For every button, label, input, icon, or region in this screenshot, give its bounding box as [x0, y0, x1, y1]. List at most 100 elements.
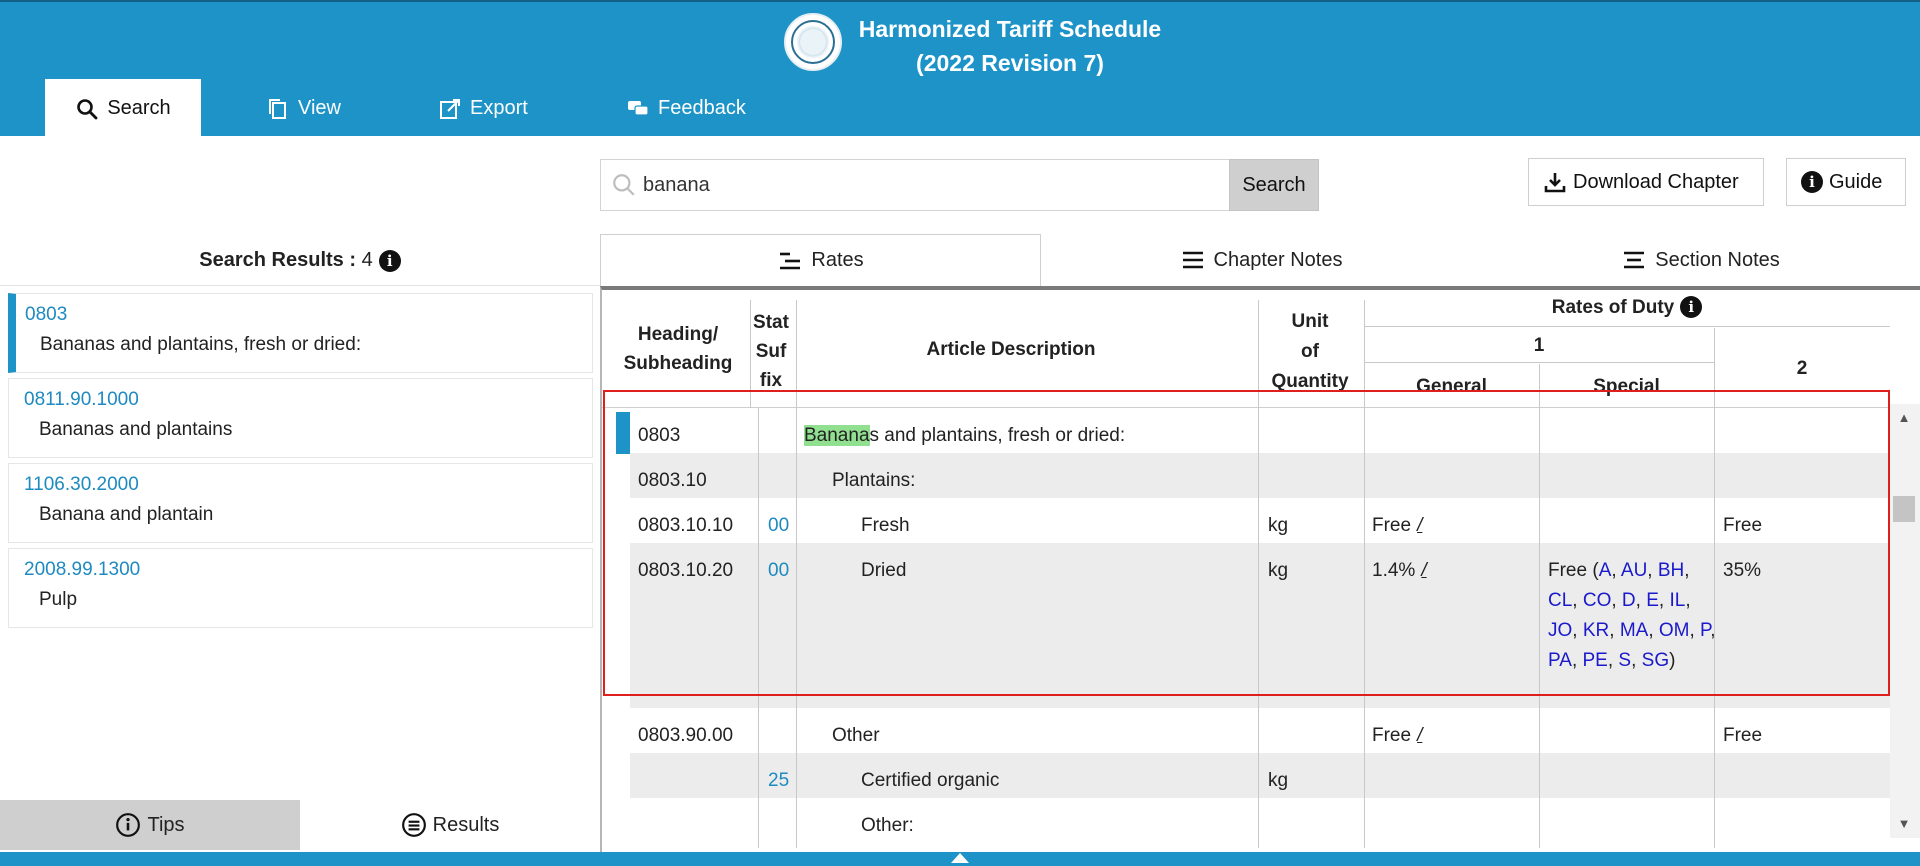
- tab-chapter-notes[interactable]: Chapter Notes: [1041, 234, 1481, 286]
- cell-description: Bananas and plantains, fresh or dried:: [804, 421, 1125, 451]
- table-scrollbar[interactable]: [1890, 404, 1920, 838]
- program-code-link[interactable]: AU: [1621, 560, 1647, 581]
- search-input[interactable]: [643, 173, 1203, 197]
- info-icon[interactable]: i: [378, 249, 401, 272]
- table-row: 0803.10.10 00 Fresh kg Free / Free: [630, 498, 1892, 543]
- cell-col2: Free: [1723, 725, 1763, 746]
- program-code-link[interactable]: E: [1646, 590, 1659, 611]
- tab-section-notes[interactable]: Section Notes: [1481, 234, 1920, 286]
- cell-heading: 0803.10: [638, 470, 707, 491]
- nav-tab-search[interactable]: Search: [45, 79, 201, 138]
- table-row: 25 Certified organic kg: [630, 753, 1892, 798]
- nav-tab-export[interactable]: Export: [408, 79, 558, 138]
- result-desc: Banana and plantain: [39, 504, 214, 525]
- scroll-down-icon[interactable]: ▼: [1893, 816, 1915, 831]
- selected-row-marker: [616, 412, 630, 454]
- download-chapter-button[interactable]: Download Chapter: [1528, 158, 1764, 206]
- result-item[interactable]: 0803 Bananas and plantains, fresh or dri…: [8, 293, 593, 373]
- program-code-link[interactable]: MA: [1620, 620, 1649, 641]
- tab-section-notes-label: Section Notes: [1655, 248, 1780, 271]
- col-rate-2: 2: [1796, 357, 1808, 379]
- search-highlight: Banana: [804, 425, 870, 446]
- tab-chapter-notes-label: Chapter Notes: [1213, 248, 1343, 271]
- program-code-link[interactable]: OM: [1659, 620, 1690, 641]
- info-icon[interactable]: i: [1680, 296, 1703, 318]
- col-stat-suffix: Stat Suf fix: [753, 311, 789, 391]
- result-code[interactable]: 0803: [25, 304, 592, 326]
- footnote-link[interactable]: /: [1421, 560, 1426, 581]
- list-icon: [401, 813, 426, 837]
- table-row: 0803.10 Plantains:: [630, 453, 1892, 498]
- program-code-link[interactable]: D: [1622, 590, 1636, 611]
- cell-general-rate: Free: [1372, 515, 1412, 536]
- nav-tab-feedback-label: Feedback: [658, 97, 746, 119]
- section-notes-icon: [1624, 251, 1645, 269]
- cell-heading: 0803: [638, 425, 681, 446]
- guide-button[interactable]: i Guide: [1786, 158, 1906, 206]
- program-code-link[interactable]: JO: [1548, 620, 1572, 641]
- nav-tab-export-label: Export: [470, 97, 528, 119]
- content-tabs: Rates Chapter Notes Section Notes: [600, 234, 1920, 286]
- results-tab[interactable]: Results: [300, 800, 600, 850]
- program-code-link[interactable]: KR: [1583, 620, 1609, 641]
- cell-stat-suffix[interactable]: 00: [768, 511, 789, 541]
- program-code-link[interactable]: CO: [1583, 590, 1612, 611]
- rates-table: Heading/ Subheading Stat Suf fix Article…: [600, 286, 1920, 852]
- cell-special: Free (A, AU, BH, CL, CO, D, E, IL, JO, K…: [1548, 560, 1716, 671]
- program-code-link[interactable]: PA: [1548, 650, 1572, 671]
- scroll-up-icon[interactable]: ▲: [1893, 410, 1915, 425]
- rates-of-duty-label: Rates of Duty: [1551, 296, 1675, 318]
- chapter-notes-icon: [1182, 251, 1203, 269]
- app-header: Harmonized Tariff Schedule (2022 Revisio…: [0, 0, 1920, 138]
- search-results-header: Search Results : 4 i: [0, 236, 600, 286]
- result-code[interactable]: 0811.90.1000: [24, 389, 592, 411]
- program-code-link[interactable]: BH: [1658, 560, 1684, 581]
- program-code-link[interactable]: A: [1599, 560, 1612, 581]
- cell-stat-suffix[interactable]: 25: [768, 766, 789, 796]
- nav-tab-view[interactable]: View: [236, 79, 371, 138]
- cell-general-rate: Free: [1372, 725, 1412, 746]
- results-tab-label: Results: [432, 813, 500, 836]
- result-item[interactable]: 2008.99.1300 Pulp: [8, 548, 593, 628]
- search-results-count: 4: [361, 249, 373, 271]
- rates-list-icon: [780, 252, 801, 269]
- app-title-line1: Harmonized Tariff Schedule: [858, 16, 1162, 42]
- search-button[interactable]: Search: [1229, 159, 1319, 211]
- tab-rates[interactable]: Rates: [600, 234, 1041, 286]
- nav-tab-feedback[interactable]: Feedback: [596, 79, 776, 138]
- table-row: Other:: [630, 798, 1892, 843]
- cell-description: Other: [832, 725, 880, 746]
- nav-tab-search-label: Search: [107, 97, 171, 119]
- result-item[interactable]: 0811.90.1000 Bananas and plantains: [8, 378, 593, 458]
- special-prefix: Free (: [1548, 560, 1599, 581]
- program-code-link[interactable]: IL: [1669, 590, 1685, 611]
- result-code[interactable]: 2008.99.1300: [24, 559, 592, 581]
- cell-unit: kg: [1268, 515, 1289, 536]
- export-icon: [440, 98, 460, 119]
- tips-tab[interactable]: Tips: [0, 800, 300, 850]
- cell-heading: 0803.10.10: [638, 515, 734, 536]
- cell-col2: Free: [1723, 515, 1763, 536]
- search-icon: [77, 98, 98, 119]
- program-code-link[interactable]: PE: [1583, 650, 1608, 671]
- app-title-line2: (2022 Revision 7): [916, 50, 1104, 76]
- result-item[interactable]: 1106.30.2000 Banana and plantain: [8, 463, 593, 543]
- cell-general: Free /: [1372, 721, 1422, 751]
- footnote-link[interactable]: /: [1417, 725, 1422, 746]
- scrollbar-thumb[interactable]: [1893, 496, 1915, 522]
- cell-stat-suffix[interactable]: 00: [768, 556, 789, 586]
- program-code-link[interactable]: S: [1618, 650, 1631, 671]
- program-code-link[interactable]: CL: [1548, 590, 1572, 611]
- cell-description: Other:: [861, 815, 914, 836]
- table-row: 0803.10.20 00 Dried kg 1.4% / Free (A, AU…: [630, 543, 1892, 708]
- program-code-link[interactable]: P: [1700, 620, 1710, 641]
- expand-up-icon[interactable]: [951, 853, 969, 863]
- feedback-icon: [628, 100, 649, 116]
- download-icon: [1544, 173, 1566, 193]
- program-code-link[interactable]: SG: [1642, 650, 1669, 671]
- result-code[interactable]: 1106.30.2000: [24, 474, 592, 496]
- table-header: Heading/ Subheading Stat Suf fix Article…: [602, 290, 1892, 408]
- cell-unit: kg: [1268, 560, 1289, 581]
- download-chapter-label: Download Chapter: [1573, 170, 1739, 193]
- footnote-link[interactable]: /: [1417, 515, 1422, 536]
